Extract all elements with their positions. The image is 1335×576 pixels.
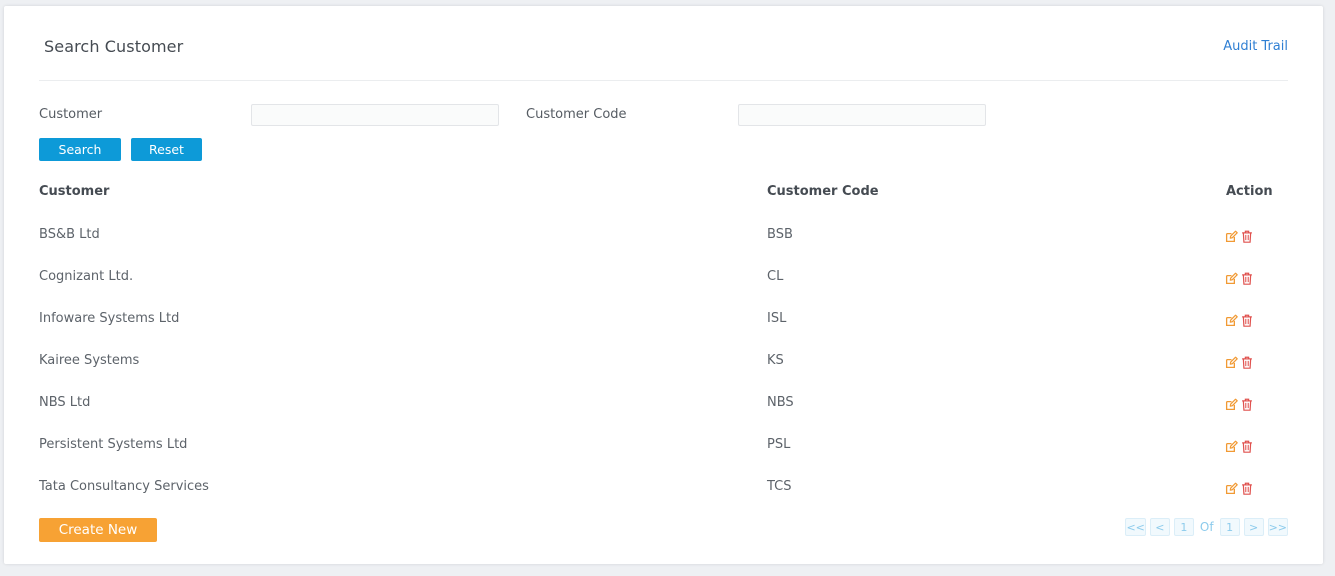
trash-icon[interactable] [1241,480,1254,495]
customer-name: Tata Consultancy Services [39,479,209,494]
customer-code: NBS [767,395,794,410]
create-new-button[interactable]: Create New [39,518,157,542]
page-of-label: Of [1199,520,1214,534]
previous-page-button[interactable]: < [1149,518,1170,536]
trash-icon[interactable] [1241,312,1254,327]
customer-name: Persistent Systems Ltd [39,437,188,452]
table-row: NBS Ltd NBS [39,395,1289,415]
customer-name: BS&B Ltd [39,227,100,242]
trash-icon[interactable] [1241,354,1254,369]
customer-filter-input[interactable] [251,104,499,126]
edit-icon[interactable] [1225,312,1238,327]
customer-name: Cognizant Ltd. [39,269,134,284]
customer-name: Infoware Systems Ltd [39,311,180,326]
customer-filter-label: Customer [39,107,103,122]
table-row: Tata Consultancy Services TCS [39,479,1289,499]
customer-code: KS [767,353,784,368]
edit-icon[interactable] [1225,438,1238,453]
header-divider [39,80,1288,81]
total-pages: 1 [1219,518,1240,536]
edit-icon[interactable] [1225,354,1238,369]
trash-icon[interactable] [1241,438,1254,453]
audit-trail-link[interactable]: Audit Trail [1223,39,1288,54]
customer-code-filter-input[interactable] [738,104,986,126]
table-row: Cognizant Ltd. CL [39,269,1289,289]
customer-code: CL [767,269,784,284]
row-actions [1225,438,1254,453]
customer-name: Kairee Systems [39,353,140,368]
column-header-customer: Customer [39,184,110,199]
trash-icon[interactable] [1241,396,1254,411]
row-actions [1225,480,1254,495]
customer-code: TCS [767,479,792,494]
page-title: Search Customer [44,37,184,56]
trash-icon[interactable] [1241,270,1254,285]
table-row: Persistent Systems Ltd PSL [39,437,1289,457]
customer-code: PSL [767,437,791,452]
pagination: << < 1 Of 1 > >> [1125,518,1288,536]
edit-icon[interactable] [1225,480,1238,495]
current-page[interactable]: 1 [1173,518,1194,536]
last-page-button[interactable]: >> [1267,518,1288,536]
table-row: Kairee Systems KS [39,353,1289,373]
first-page-button[interactable]: << [1125,518,1146,536]
reset-button[interactable]: Reset [131,138,202,161]
row-actions [1225,396,1254,411]
next-page-button[interactable]: > [1243,518,1264,536]
edit-icon[interactable] [1225,396,1238,411]
row-actions [1225,270,1254,285]
customer-code-filter-label: Customer Code [526,107,627,122]
table-row: Infoware Systems Ltd ISL [39,311,1289,331]
customer-name: NBS Ltd [39,395,91,410]
table-row: BS&B Ltd BSB [39,227,1289,247]
row-actions [1225,354,1254,369]
customer-code: BSB [767,227,793,242]
customer-code: ISL [767,311,787,326]
search-customer-panel: Search Customer Audit Trail Customer Cus… [4,6,1323,564]
column-header-action: Action [1226,184,1273,199]
edit-icon[interactable] [1225,228,1238,243]
search-button[interactable]: Search [39,138,121,161]
trash-icon[interactable] [1241,228,1254,243]
column-header-customer-code: Customer Code [767,184,879,199]
row-actions [1225,312,1254,327]
edit-icon[interactable] [1225,270,1238,285]
row-actions [1225,228,1254,243]
